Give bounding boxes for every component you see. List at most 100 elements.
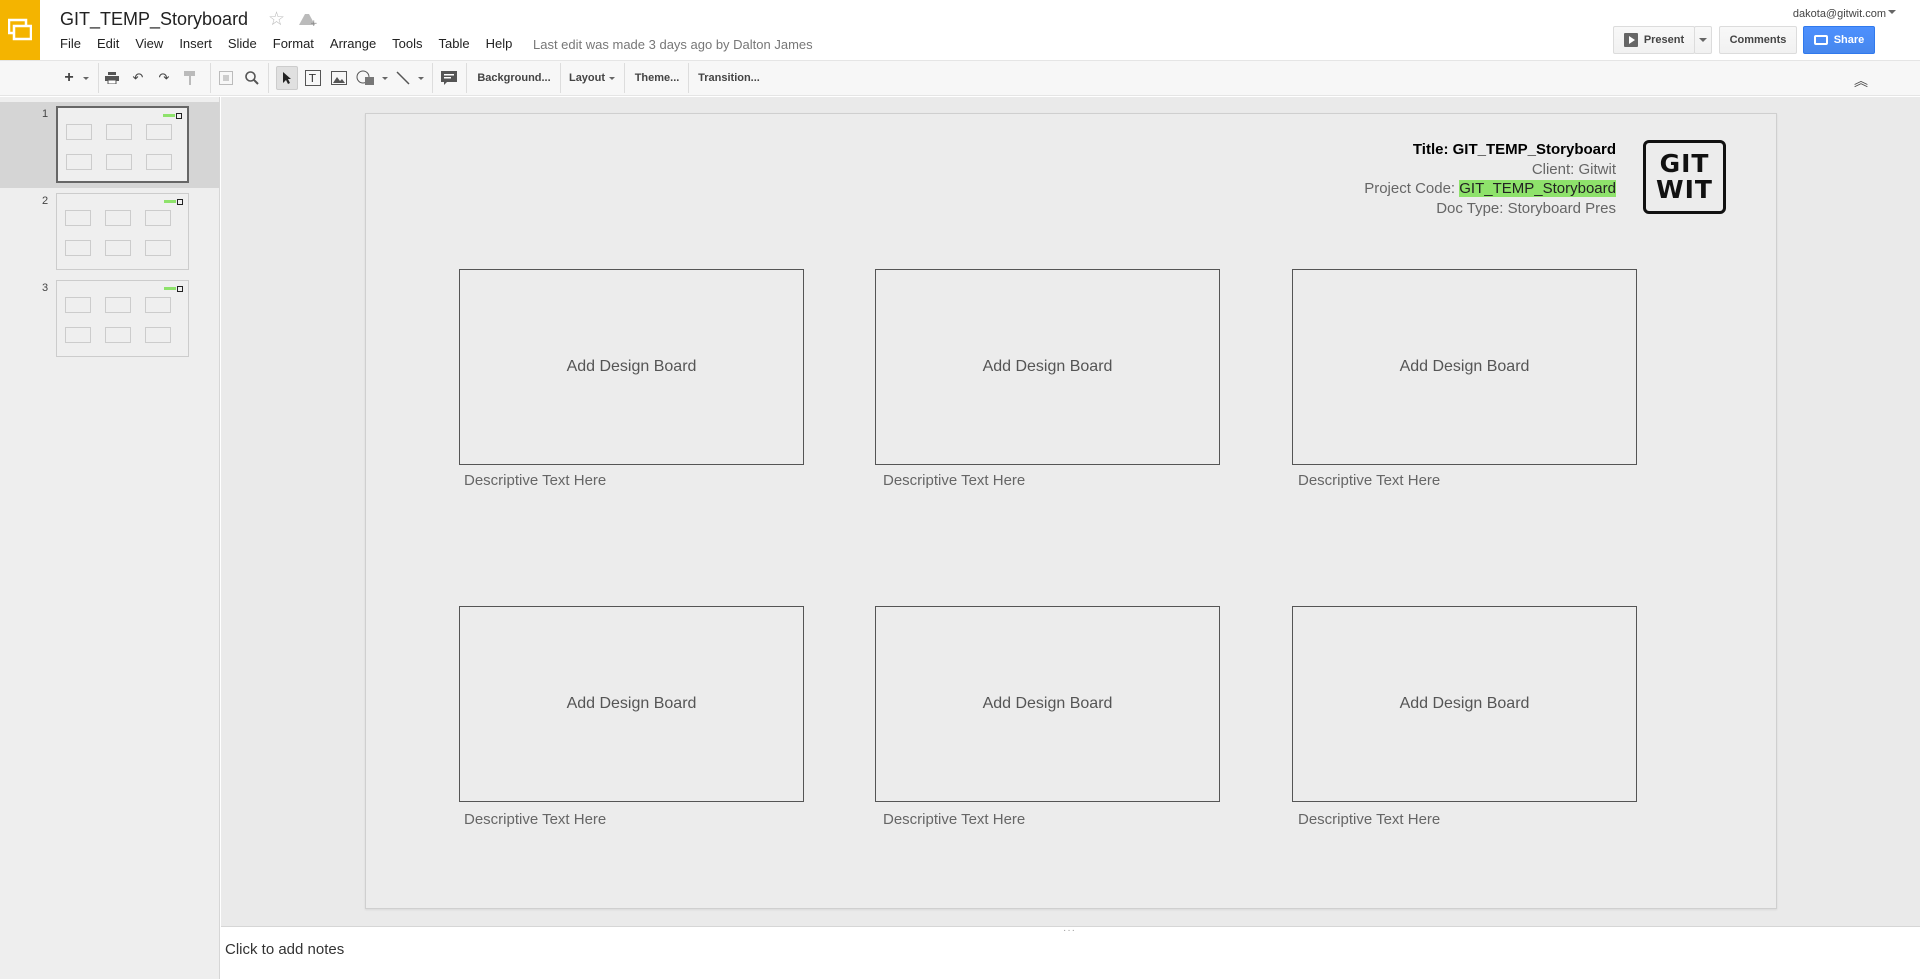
present-label: Present xyxy=(1643,34,1685,46)
menu-edit[interactable]: Edit xyxy=(89,36,127,56)
mini-board xyxy=(145,297,171,313)
menu-view[interactable]: View xyxy=(127,36,171,56)
slide-number: 3 xyxy=(42,282,49,294)
board-caption-5[interactable]: Descriptive Text Here xyxy=(883,811,1025,828)
transition-button[interactable]: Transition... xyxy=(694,66,764,90)
slide-canvas: Title: GIT_TEMP_Storyboard Client: Gitwi… xyxy=(221,97,1920,926)
account-email[interactable]: dakota@gitwit.com xyxy=(1793,8,1886,20)
share-people-icon xyxy=(1813,35,1828,45)
board-caption-2[interactable]: Descriptive Text Here xyxy=(883,472,1025,489)
play-icon xyxy=(1623,33,1638,47)
mini-board xyxy=(66,154,92,170)
mini-board xyxy=(65,210,91,226)
undo-icon[interactable]: ↶ xyxy=(128,66,148,90)
last-edit-status[interactable]: Last edit was made 3 days ago by Dalton … xyxy=(533,37,813,52)
select-icon[interactable] xyxy=(276,66,298,90)
mini-board xyxy=(145,327,171,343)
board-caption-3[interactable]: Descriptive Text Here xyxy=(1298,472,1440,489)
print-icon[interactable] xyxy=(102,66,122,90)
account-chevron-down-icon[interactable] xyxy=(1888,10,1896,14)
slide-thumbnail-2[interactable]: 2 xyxy=(0,189,219,275)
mini-logo xyxy=(176,113,182,119)
menu-bar: File Edit View Insert Slide Format Arran… xyxy=(52,36,520,56)
design-board-placeholder-1[interactable]: Add Design Board xyxy=(459,269,804,465)
design-board-placeholder-3[interactable]: Add Design Board xyxy=(1292,269,1637,465)
slide-filmstrip: 1 2 3 xyxy=(0,97,220,979)
doc-type-label: Doc Type: Storyboard Pres xyxy=(1436,199,1616,217)
line-icon[interactable] xyxy=(392,66,414,90)
toolbar-divider xyxy=(560,63,561,93)
project-code-line: Project Code: GIT_TEMP_Storyboard xyxy=(1364,179,1616,199)
paint-format-icon[interactable] xyxy=(180,66,200,90)
toolbar-divider xyxy=(624,63,625,93)
share-button[interactable]: Share xyxy=(1803,26,1875,54)
slide-preview xyxy=(56,106,189,183)
design-board-placeholder-4[interactable]: Add Design Board xyxy=(459,606,804,802)
share-label: Share xyxy=(1833,34,1865,46)
board-caption-1[interactable]: Descriptive Text Here xyxy=(464,472,606,489)
new-slide-layout-dropdown[interactable] xyxy=(80,66,92,90)
design-board-placeholder-5[interactable]: Add Design Board xyxy=(875,606,1220,802)
menu-arrange[interactable]: Arrange xyxy=(322,36,384,56)
speaker-notes-input[interactable]: Click to add notes xyxy=(225,941,344,958)
layout-button[interactable]: Layout xyxy=(566,66,618,90)
comment-icon[interactable] xyxy=(438,66,460,90)
mini-board xyxy=(105,297,131,313)
menu-format[interactable]: Format xyxy=(265,36,322,56)
board-caption-4[interactable]: Descriptive Text Here xyxy=(464,811,606,828)
mini-board xyxy=(105,327,131,343)
mini-board xyxy=(106,124,132,140)
mini-logo xyxy=(177,286,183,292)
logo-line-1: GIT xyxy=(1659,149,1710,178)
menu-help[interactable]: Help xyxy=(478,36,521,56)
redo-icon[interactable]: ↷ xyxy=(154,66,174,90)
board-caption-6[interactable]: Descriptive Text Here xyxy=(1298,811,1440,828)
slide-thumbnail-1[interactable]: 1 xyxy=(0,102,219,188)
shape-icon[interactable] xyxy=(354,66,378,90)
menu-table[interactable]: Table xyxy=(431,36,478,56)
project-code-value: GIT_TEMP_Storyboard xyxy=(1459,180,1616,197)
background-button[interactable]: Background... xyxy=(472,66,556,90)
menu-insert[interactable]: Insert xyxy=(171,36,220,56)
new-slide-icon[interactable]: + xyxy=(58,66,80,90)
design-board-placeholder-6[interactable]: Add Design Board xyxy=(1292,606,1637,802)
slide-title: Title: GIT_TEMP_Storyboard xyxy=(1412,141,1616,158)
present-button[interactable]: Present xyxy=(1613,26,1695,54)
comments-button[interactable]: Comments xyxy=(1719,26,1797,54)
mini-logo xyxy=(177,199,183,205)
shape-dropdown[interactable] xyxy=(380,66,390,90)
star-icon[interactable]: ☆ xyxy=(268,8,285,31)
resize-handle[interactable]: ··· xyxy=(1063,925,1076,936)
chevron-down-icon xyxy=(382,76,388,80)
mini-board xyxy=(65,240,91,256)
mini-board xyxy=(66,124,92,140)
mini-board xyxy=(105,240,131,256)
present-options-button[interactable] xyxy=(1694,26,1712,54)
menu-slide[interactable]: Slide xyxy=(220,36,265,56)
theme-button[interactable]: Theme... xyxy=(630,66,684,90)
document-title[interactable]: GIT_TEMP_Storyboard xyxy=(60,9,248,30)
collapse-icon[interactable]: ︽ xyxy=(1854,71,1868,91)
slide-thumbnail-3[interactable]: 3 xyxy=(0,276,219,362)
design-board-placeholder-2[interactable]: Add Design Board xyxy=(875,269,1220,465)
menu-tools[interactable]: Tools xyxy=(384,36,430,56)
gitwit-logo[interactable]: GIT WIT xyxy=(1643,140,1726,214)
move-to-folder-icon[interactable]: + xyxy=(297,11,318,32)
chevron-down-icon xyxy=(83,76,89,80)
slide-title-block[interactable]: Title: GIT_TEMP_Storyboard Client: Gitwi… xyxy=(1364,140,1616,218)
zoom-fit-icon[interactable] xyxy=(216,66,236,90)
slide[interactable]: Title: GIT_TEMP_Storyboard Client: Gitwi… xyxy=(365,113,1777,909)
mini-board xyxy=(65,327,91,343)
toolbar: + ↶ ↷ T Background... Layout Theme... Tr… xyxy=(0,60,1920,96)
menu-file[interactable]: File xyxy=(52,36,89,56)
chevron-down-icon xyxy=(418,76,424,80)
zoom-icon[interactable] xyxy=(242,66,262,90)
client-label: Client: Gitwit xyxy=(1531,160,1616,178)
text-box-icon[interactable]: T xyxy=(302,66,324,90)
line-dropdown[interactable] xyxy=(416,66,426,90)
slide-number: 1 xyxy=(42,108,49,120)
project-code-label: Project Code: xyxy=(1364,180,1460,197)
chevron-down-icon xyxy=(609,76,616,80)
slides-logo[interactable] xyxy=(0,0,40,60)
image-icon[interactable] xyxy=(328,66,350,90)
